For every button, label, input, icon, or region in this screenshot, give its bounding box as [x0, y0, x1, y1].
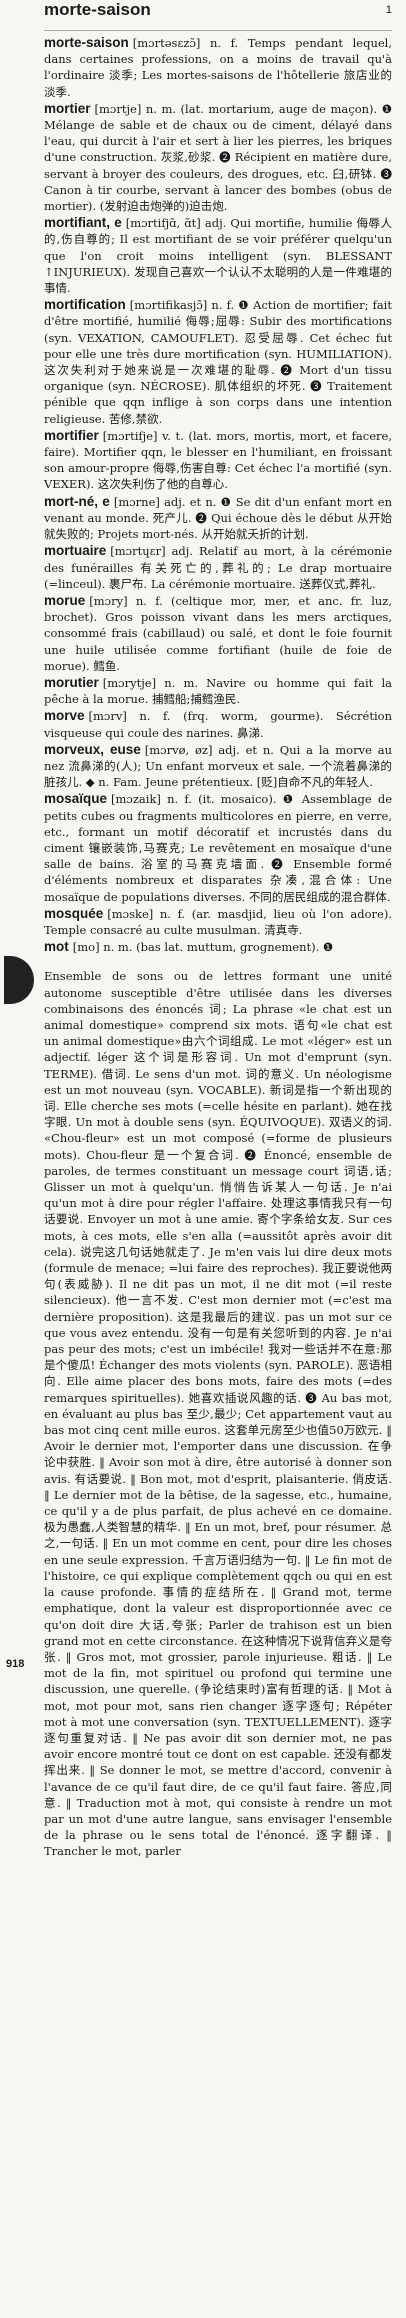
entry-headword: mortuaire — [44, 543, 107, 559]
entry-headword: mortifiant, e — [44, 215, 122, 231]
entry-headword: mortification — [44, 297, 126, 313]
margin-label: 918 — [6, 1658, 25, 1670]
entry-headword: morte-saison — [44, 35, 129, 50]
entry-headword: mortifier — [44, 427, 99, 443]
running-head-title: morte-saison — [44, 0, 151, 19]
page-number: 1 — [385, 4, 392, 16]
dictionary-entry: mortier [mɔrtje] n. m. (lat. mortarium, a… — [44, 101, 392, 214]
dictionary-entry: mot [mo] n. m. (bas lat. muttum, grogneme… — [44, 939, 392, 955]
dictionary-entry: mort-né, e [mɔrne] adj. et n. ❶ Se dit d'… — [44, 494, 392, 543]
entry-headword: mort-né, e — [44, 493, 110, 509]
entry-headword: morveux, euse — [44, 741, 141, 757]
entry-headword: mortier — [44, 100, 91, 116]
entry-headword: mosquée — [44, 905, 104, 921]
entry-headword: mosaïque — [44, 791, 108, 807]
dictionary-entry: mortifier [mɔrtifje] v. t. (lat. mors, mo… — [44, 428, 392, 493]
entry-list: morte-saison [mɔrtəsɛzɔ̃] n. f. Temps pen… — [44, 35, 392, 966]
dictionary-entry: morve [mɔrv] n. f. (frq. worm, gourme). S… — [44, 708, 392, 740]
entry-definition: [mɔry] n. f. (celtique mor, mer, et anc.… — [44, 593, 392, 673]
dictionary-entry: mosaïque [mɔzaik] n. f. (it. mosaico). ❶ … — [44, 791, 392, 904]
dictionary-page: morte-saison 1 morte-saison [mɔrtəsɛzɔ̃] … — [0, 0, 406, 2318]
dictionary-entry: mortification [mɔrtifikasjɔ̃] n. f. ❶ Act… — [44, 297, 392, 427]
entry-headword: morue — [44, 592, 86, 608]
entry-continuation-mot: Ensemble de sons ou de lettres formant u… — [44, 969, 392, 1859]
entry-definition: [mɔrtje] n. m. (lat. mortarium, auge de … — [44, 101, 392, 214]
column-break — [44, 956, 392, 966]
entry-headword: morve — [44, 708, 85, 724]
entry-definition: [mɔrv] n. f. (frq. worm, gourme). Sécrét… — [44, 709, 392, 740]
dictionary-entry: mosquée [mɔske] n. f. (ar. masdjid, lieu … — [44, 906, 392, 938]
dictionary-entry: morveux, euse [mɔrvø, øz] adj. et n. Qui … — [44, 742, 392, 791]
entry-headword: mot — [44, 939, 69, 955]
dictionary-entry: mortifiant, e [mɔrtifjɑ̃, ɑ̃t] adj. Qui m… — [44, 215, 392, 296]
dictionary-entry: mortuaire [mɔrtɥɛr] adj. Relatif au mort,… — [44, 543, 392, 592]
entry-headword: morutier — [44, 674, 99, 690]
dictionary-entry: morutier [mɔrytje] n. m. Navire ou homme … — [44, 675, 392, 707]
entry-definition: [mɔrtifikasjɔ̃] n. f. ❶ Action de mortif… — [44, 298, 392, 426]
entry-definition: [mo] n. m. (bas lat. muttum, grognement)… — [72, 940, 334, 955]
running-head: morte-saison 1 — [44, 0, 392, 31]
dictionary-entry: morte-saison [mɔrtəsɛzɔ̃] n. f. Temps pen… — [44, 35, 392, 100]
entry-definition: [mɔzaik] n. f. (it. mosaico). ❶ Assembla… — [44, 792, 392, 904]
dictionary-entry: morue [mɔry] n. f. (celtique mor, mer, et… — [44, 593, 392, 674]
